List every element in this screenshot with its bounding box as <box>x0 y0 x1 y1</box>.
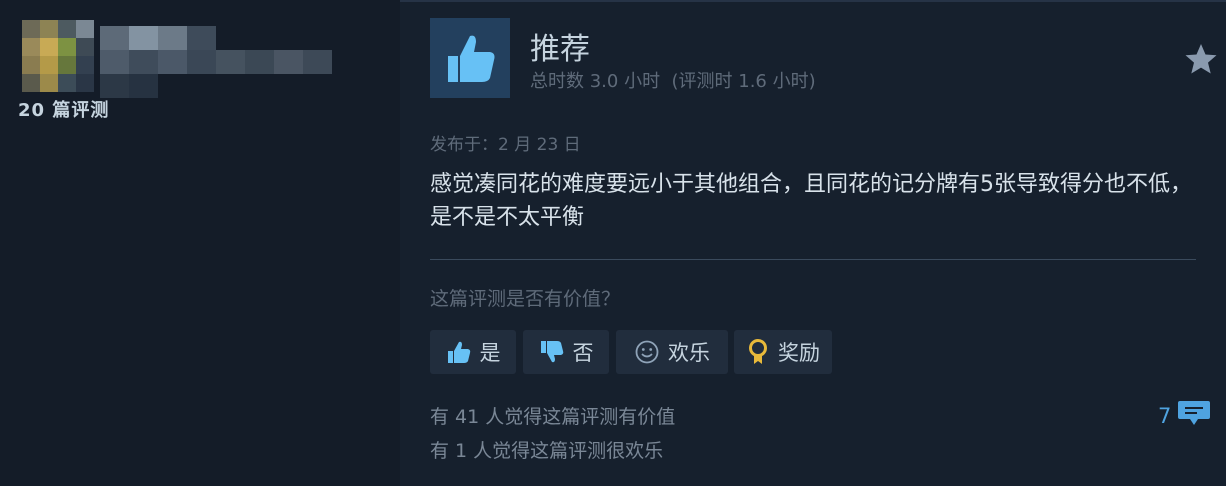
award-button[interactable]: 奖励 <box>734 330 832 374</box>
reviewer-avatar[interactable] <box>22 20 94 92</box>
helpful-question: 这篇评测是否有价值？ <box>430 288 621 310</box>
vote-no-button[interactable]: 否 <box>523 330 609 374</box>
comments-link[interactable]: 7 <box>1158 398 1211 433</box>
vote-yes-label: 是 <box>479 341 501 365</box>
vote-no-label: 否 <box>572 341 594 365</box>
award-ribbon-icon <box>746 338 770 366</box>
thumbs-up-icon <box>448 35 495 82</box>
playtime-info: 总时数 3.0 小时 (评测时 1.6 小时) <box>530 71 816 92</box>
smiley-icon <box>634 339 660 365</box>
section-divider <box>430 259 1196 260</box>
posted-date: 发布于：2 月 23 日 <box>430 135 581 155</box>
comment-count: 7 <box>1158 403 1172 428</box>
vote-funny-button[interactable]: 欢乐 <box>616 330 728 374</box>
funny-count-text: 有 1 人觉得这篇评测很欢乐 <box>430 440 664 462</box>
vote-funny-label: 欢乐 <box>668 341 710 365</box>
thumbs-down-icon <box>539 339 565 365</box>
review-text: 感觉凑同花的难度要远小于其他组合，且同花的记分牌有5张导致得分也不低，是不是不太… <box>430 172 1192 230</box>
reviewer-name-blurred[interactable] <box>100 20 332 98</box>
thumbs-up-icon <box>446 339 472 365</box>
review-count-link[interactable]: 20 篇评测 <box>18 96 109 122</box>
award-label: 奖励 <box>778 341 820 365</box>
helpful-count-text: 有 41 人觉得这篇评测有价值 <box>430 406 676 428</box>
recommendation-verdict: 推荐 <box>530 32 590 67</box>
vote-yes-button[interactable]: 是 <box>430 330 516 374</box>
star-icon[interactable] <box>1184 42 1218 76</box>
recommended-badge[interactable] <box>430 18 510 98</box>
speech-bubble-icon <box>1177 398 1211 433</box>
